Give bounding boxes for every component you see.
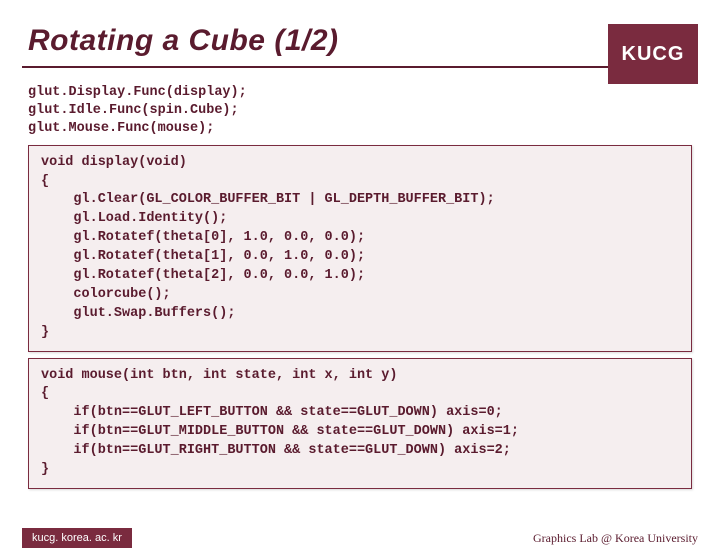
footer: kucg. korea. ac. kr Graphics Lab @ Korea…	[0, 526, 720, 554]
intro-code-block: glut.Display.Func(display); glut.Idle.Fu…	[28, 84, 692, 139]
footer-lab: Graphics Lab @ Korea University	[533, 531, 698, 546]
mouse-func-box: void mouse(int btn, int state, int x, in…	[28, 358, 692, 489]
title-bar: Rotating a Cube (1/2) KUCG	[22, 14, 698, 68]
kucg-badge: KUCG	[608, 24, 698, 84]
page-title: Rotating a Cube (1/2)	[22, 14, 698, 68]
display-func-code: void display(void) { gl.Clear(GL_COLOR_B…	[41, 154, 679, 343]
display-func-box: void display(void) { gl.Clear(GL_COLOR_B…	[28, 145, 692, 352]
footer-url: kucg. korea. ac. kr	[22, 528, 132, 548]
mouse-func-code: void mouse(int btn, int state, int x, in…	[41, 367, 679, 480]
